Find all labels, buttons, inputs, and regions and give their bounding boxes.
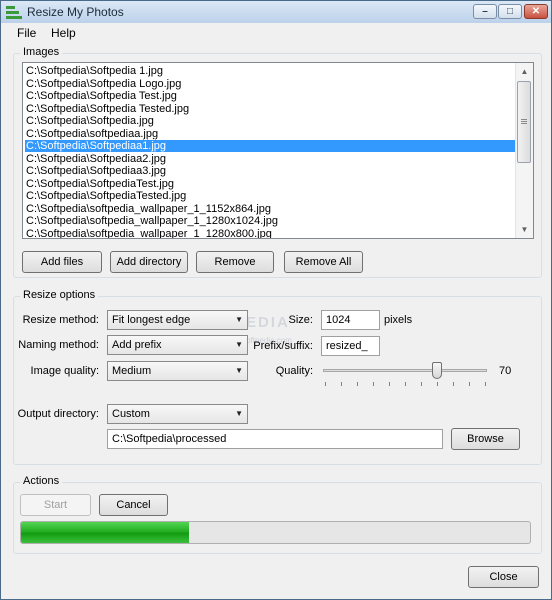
slider-tick	[325, 382, 326, 386]
scroll-down-icon[interactable]: ▼	[516, 221, 533, 238]
image-quality-label: Image quality:	[30, 365, 99, 377]
menu-help[interactable]: Help	[51, 26, 76, 40]
resize-method-value: Fit longest edge	[112, 314, 191, 326]
main-window: Resize My Photos – □ ✕ File Help Images …	[0, 0, 552, 600]
list-item[interactable]: C:\Softpedia\softpedia_wallpaper_1_1280x…	[25, 228, 272, 239]
quality-label: Quality:	[275, 365, 313, 377]
title-bar[interactable]: Resize My Photos – □ ✕	[1, 1, 551, 24]
size-input[interactable]: 1024	[321, 310, 380, 330]
close-window-button[interactable]: ✕	[524, 4, 548, 19]
list-item[interactable]: C:\Softpedia\Softpedia Logo.jpg	[25, 78, 181, 90]
progress-fill	[21, 522, 189, 543]
image-quality-select[interactable]: Medium ▼	[107, 361, 248, 381]
list-item[interactable]: C:\Softpedia\Softpediaa3.jpg	[25, 165, 166, 177]
prefix-suffix-label: Prefix/suffix:	[253, 340, 313, 352]
slider-tick	[421, 382, 422, 386]
slider-tick	[373, 382, 374, 386]
list-item[interactable]: C:\Softpedia\Softpedia 1.jpg	[25, 65, 163, 77]
slider-tick	[437, 382, 438, 386]
minimize-icon: –	[482, 6, 488, 17]
list-item[interactable]: C:\Softpedia\Softpediaa2.jpg	[25, 153, 166, 165]
chevron-down-icon: ▼	[235, 409, 243, 418]
list-item[interactable]: C:\Softpedia\Softpedia.jpg	[25, 115, 154, 127]
menu-file[interactable]: File	[17, 26, 36, 40]
slider-tick	[357, 382, 358, 386]
window-title: Resize My Photos	[27, 5, 124, 19]
chevron-down-icon: ▼	[235, 340, 243, 349]
resize-method-label: Resize method:	[22, 314, 99, 326]
slider-tick	[453, 382, 454, 386]
list-item[interactable]: C:\Softpedia\softpediaa.jpg	[25, 128, 158, 140]
scroll-thumb[interactable]	[517, 81, 531, 163]
cancel-button[interactable]: Cancel	[99, 494, 168, 516]
list-item[interactable]: C:\Softpedia\SoftpediaTested.jpg	[25, 190, 186, 202]
chevron-down-icon: ▼	[235, 315, 243, 324]
image-quality-value: Medium	[112, 365, 152, 377]
slider-tick	[405, 382, 406, 386]
images-group-label: Images	[20, 46, 63, 58]
naming-method-select[interactable]: Add prefix ▼	[107, 335, 248, 355]
actions-group-label: Actions	[20, 475, 63, 487]
naming-method-label: Naming method:	[18, 339, 99, 351]
maximize-button[interactable]: □	[498, 4, 522, 19]
menu-bar: File Help	[1, 23, 551, 43]
slider-tick	[341, 382, 342, 386]
quality-slider-track[interactable]	[323, 369, 487, 372]
close-icon: ✕	[531, 6, 541, 17]
remove-all-button[interactable]: Remove All	[284, 251, 363, 273]
output-directory-select[interactable]: Custom ▼	[107, 404, 248, 424]
output-directory-value: Custom	[112, 408, 150, 420]
start-button[interactable]: Start	[20, 494, 91, 516]
quality-slider-thumb[interactable]	[432, 362, 442, 379]
size-label: Size:	[288, 314, 313, 326]
remove-button[interactable]: Remove	[196, 251, 274, 273]
list-item[interactable]: C:\Softpedia\SoftpediaTest.jpg	[25, 178, 174, 190]
prefix-suffix-input[interactable]: resized_	[321, 336, 380, 356]
output-directory-label: Output directory:	[17, 408, 99, 420]
size-unit-label: pixels	[384, 314, 413, 326]
progress-bar	[20, 521, 531, 544]
add-files-button[interactable]: Add files	[22, 251, 102, 273]
maximize-icon: □	[506, 6, 514, 17]
naming-method-value: Add prefix	[112, 339, 162, 351]
slider-tick	[485, 382, 486, 386]
vertical-scrollbar[interactable]: ▲ ▼	[515, 63, 533, 238]
app-icon	[6, 5, 22, 19]
list-item[interactable]: C:\Softpedia\Softpedia Tested.jpg	[25, 103, 189, 115]
quality-value: 70	[499, 365, 512, 377]
browse-button[interactable]: Browse	[451, 428, 520, 450]
minimize-button[interactable]: –	[473, 4, 497, 19]
scroll-up-icon[interactable]: ▲	[516, 63, 533, 80]
list-item[interactable]: C:\Softpedia\Softpedia Test.jpg	[25, 90, 177, 102]
slider-tick	[389, 382, 390, 386]
resize-options-group-label: Resize options	[20, 289, 99, 301]
slider-tick	[469, 382, 470, 386]
add-directory-button[interactable]: Add directory	[110, 251, 188, 273]
resize-method-select[interactable]: Fit longest edge ▼	[107, 310, 248, 330]
list-item[interactable]: C:\Softpedia\softpedia_wallpaper_1_1280x…	[25, 215, 278, 227]
output-path-input[interactable]: C:\Softpedia\processed	[107, 429, 443, 449]
close-button[interactable]: Close	[468, 566, 539, 588]
list-item[interactable]: C:\Softpedia\softpedia_wallpaper_1_1152x…	[25, 203, 271, 215]
list-item[interactable]: C:\Softpedia\Softpediaa1.jpg	[24, 139, 517, 153]
chevron-down-icon: ▼	[235, 366, 243, 375]
images-listbox[interactable]: C:\Softpedia\Softpedia 1.jpg C:\Softpedia…	[22, 62, 534, 239]
